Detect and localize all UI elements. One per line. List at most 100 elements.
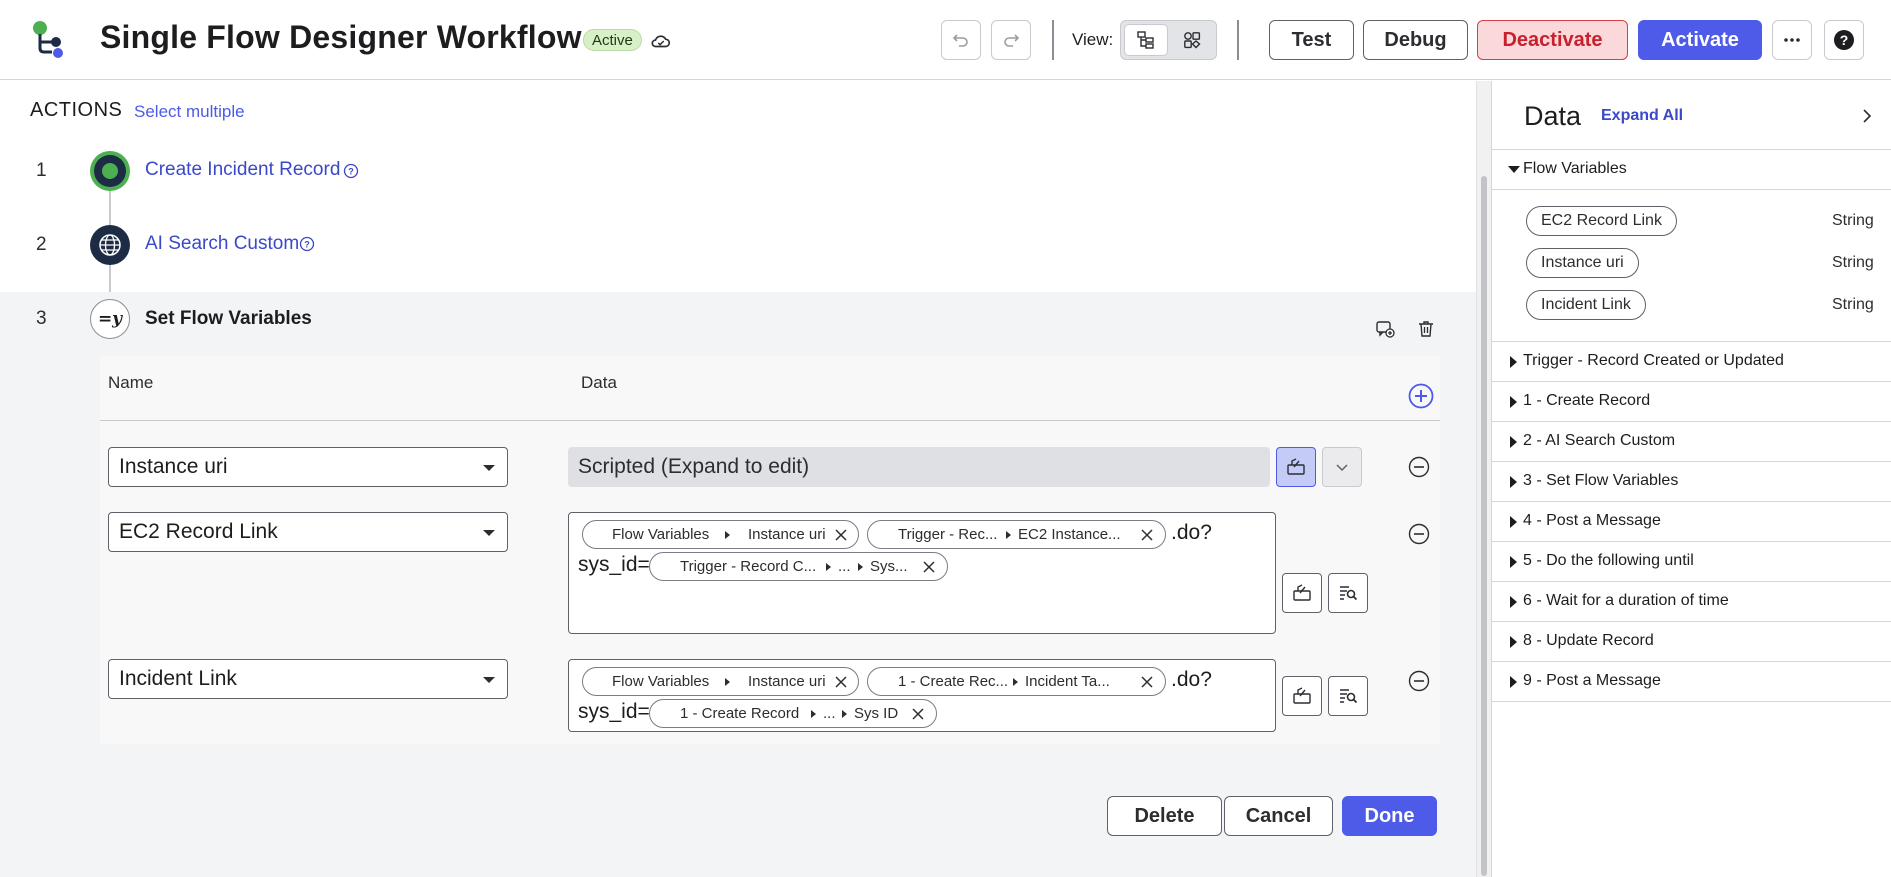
chevron-right-icon[interactable] [1858,107,1876,125]
select-value: Instance uri [119,455,228,478]
more-button[interactable] [1772,20,1812,60]
close-icon[interactable] [910,706,926,722]
delete-button[interactable]: Delete [1107,796,1222,836]
sys-id-text: sys_id= [578,700,650,723]
remove-row-icon[interactable] [1408,670,1430,692]
variable-name-select[interactable]: Instance uri [108,447,508,487]
add-comment-icon[interactable] [1375,319,1395,339]
tree-view-button[interactable] [1124,24,1168,56]
data-pill[interactable]: Trigger - Record C... ... Sys... [649,552,948,581]
close-icon[interactable] [1139,674,1155,690]
step-1-link[interactable]: Create Incident Record [145,159,340,181]
caret-right-icon [842,710,847,718]
scripted-value-field[interactable]: Scripted (Expand to edit) [568,447,1270,487]
undo-button[interactable] [941,20,981,60]
section-item[interactable]: 2 - AI Search Custom [1492,422,1891,462]
data-pill[interactable]: Flow Variables Instance uri [582,667,859,696]
more-icon [1784,38,1800,42]
svg-text:?: ? [304,240,310,250]
grid-view-button[interactable] [1170,24,1214,56]
section-item[interactable]: 4 - Post a Message [1492,502,1891,542]
step-3-title: Set Flow Variables [145,308,312,329]
header: Single Flow Designer Workflow Active Vie… [0,0,1891,80]
expand-all-link[interactable]: Expand All [1601,107,1683,125]
remove-row-icon[interactable] [1408,456,1430,478]
step-number: 3 [36,308,47,329]
caret-right-icon [1510,396,1517,408]
chevron-down-icon [1336,464,1348,472]
variable-pill[interactable]: Instance uri [1526,248,1639,278]
page-title: Single Flow Designer Workflow [100,19,582,55]
help-icon[interactable]: ? [299,236,315,252]
select-value: Incident Link [119,667,237,690]
script-toggle-button[interactable] [1282,573,1322,613]
test-button[interactable]: Test [1269,20,1354,60]
section-item[interactable]: 8 - Update Record [1492,622,1891,662]
caret-right-icon [725,531,730,539]
script-icon [1293,584,1311,601]
trash-icon[interactable] [1416,319,1436,339]
script-toggle-button[interactable] [1276,447,1316,487]
redo-button[interactable] [991,20,1031,60]
cancel-button[interactable]: Cancel [1224,796,1333,836]
add-row-icon[interactable] [1408,383,1434,409]
section-item[interactable]: 6 - Wait for a duration of time [1492,582,1891,622]
caret-right-icon [826,563,831,571]
step-number: 1 [36,160,47,181]
caret-down-icon [1508,166,1520,173]
script-toggle-button[interactable] [1282,676,1322,716]
caret-right-icon [1510,356,1517,368]
deactivate-button[interactable]: Deactivate [1477,20,1628,60]
status-badge: Active [583,29,642,51]
view-toggle [1120,20,1217,60]
data-pill-field[interactable]: Flow Variables Instance uri Trigger - Re… [568,512,1276,634]
data-picker-icon [1340,689,1358,704]
data-pill[interactable]: 1 - Create Rec... Incident Ta... [867,667,1166,696]
scrollbar-thumb[interactable] [1481,176,1487,876]
select-multiple-link[interactable]: Select multiple [134,102,245,122]
section-item[interactable]: Trigger - Record Created or Updated [1492,342,1891,382]
close-icon[interactable] [833,527,849,543]
activate-button[interactable]: Activate [1638,20,1762,60]
step-2-link[interactable]: AI Search Custom [145,233,299,255]
close-icon[interactable] [921,559,937,575]
done-button[interactable]: Done [1342,796,1437,836]
help-icon[interactable]: ? [343,163,359,179]
debug-button[interactable]: Debug [1363,20,1468,60]
remove-row-icon[interactable] [1408,523,1430,545]
section-label: Flow Variables [1523,160,1627,177]
divider [100,420,1440,421]
data-picker-button[interactable] [1328,573,1368,613]
help-button[interactable]: ? [1824,20,1864,60]
expand-button[interactable] [1322,447,1362,487]
data-picker-button[interactable] [1328,676,1368,716]
section-item[interactable]: 3 - Set Flow Variables [1492,462,1891,502]
variable-name-select[interactable]: EC2 Record Link [108,512,508,552]
data-pill[interactable]: 1 - Create Record ... Sys ID [649,699,937,728]
variable-pill[interactable]: EC2 Record Link [1526,206,1677,236]
caret-right-icon [1510,596,1517,608]
caret-right-icon [1510,556,1517,568]
caret-down-icon [483,530,495,536]
section-item[interactable]: 9 - Post a Message [1492,662,1891,702]
close-icon[interactable] [833,674,849,690]
data-picker-icon [1340,586,1358,601]
url-suffix-text: .do? [1171,668,1212,691]
column-header-data: Data [581,373,617,392]
section-item[interactable]: 5 - Do the following until [1492,542,1891,582]
close-icon[interactable] [1139,527,1155,543]
variable-type: String [1832,212,1874,229]
data-pill[interactable]: Trigger - Rec... EC2 Instance... [867,520,1166,549]
section-flow-variables[interactable]: Flow Variables [1492,150,1891,190]
cloud-icon[interactable] [650,30,672,52]
data-pill-field[interactable]: Flow Variables Instance uri 1 - Create R… [568,659,1276,732]
variable-pill[interactable]: Incident Link [1526,290,1646,320]
caret-right-icon [1510,436,1517,448]
variable-name-select[interactable]: Incident Link [108,659,508,699]
data-pill[interactable]: Flow Variables Instance uri [582,520,859,549]
caret-down-icon [483,465,495,471]
section-item[interactable]: 1 - Create Record [1492,382,1891,422]
grid-view-icon [1184,32,1201,49]
step-3-expanded-panel: 3 =y Set Flow Variables Name Data Instan… [0,292,1476,877]
divider [1237,20,1239,60]
